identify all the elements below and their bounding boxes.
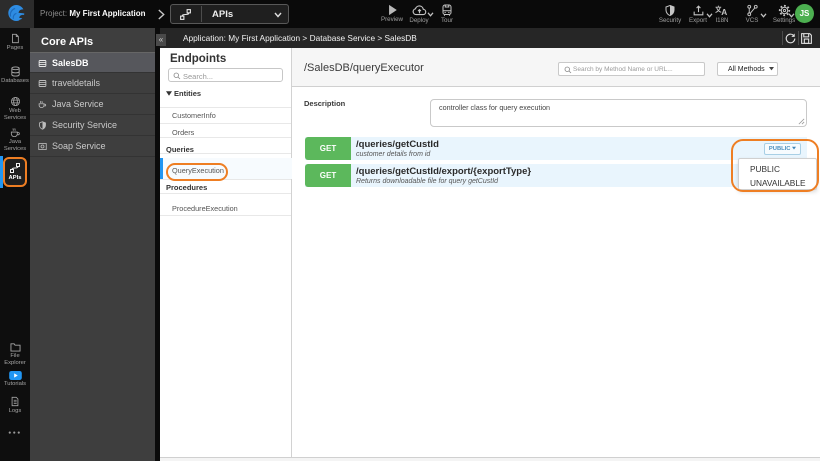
svg-text:A: A bbox=[721, 7, 727, 17]
